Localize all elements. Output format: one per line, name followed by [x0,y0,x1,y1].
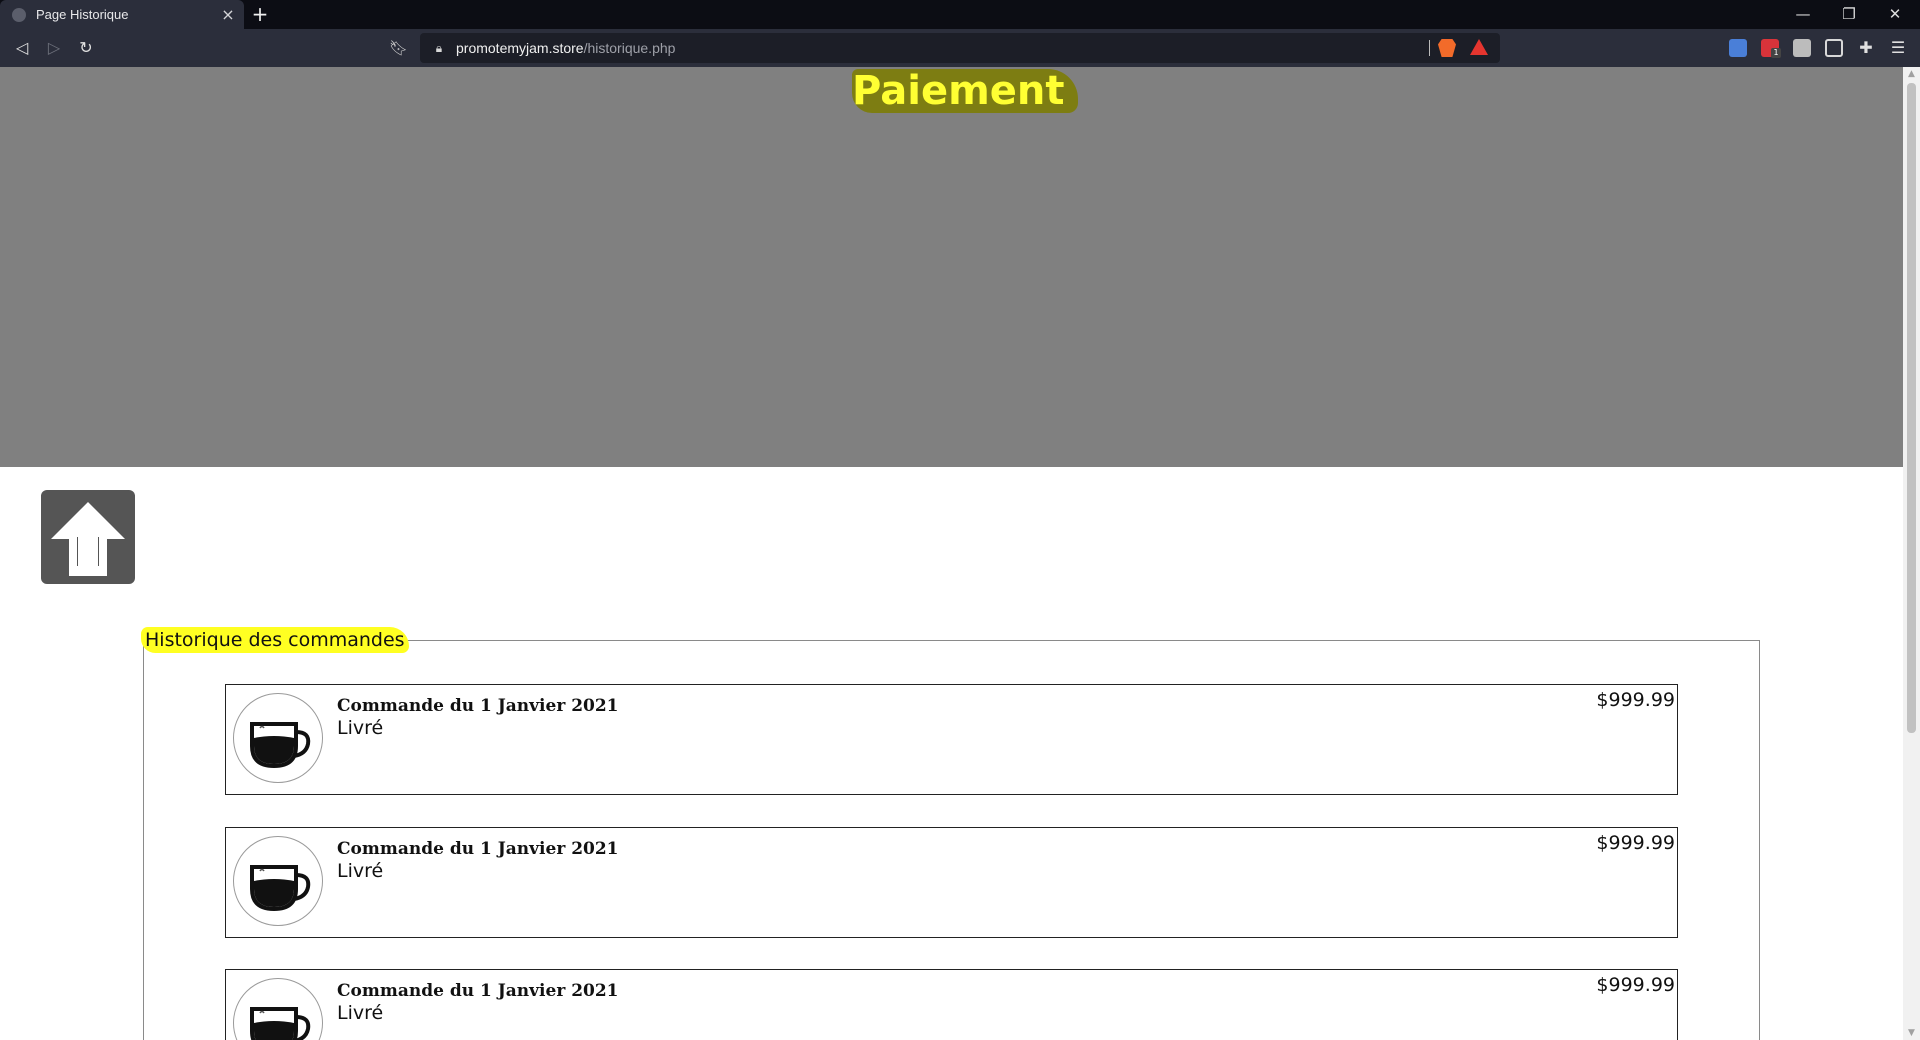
scroll-up-arrow-icon[interactable]: ▲ [1903,67,1920,81]
translate-extension-icon[interactable] [1729,39,1747,57]
close-window-icon[interactable]: ✕ [1872,0,1918,29]
url-domain: promotemyjam.store [456,40,584,56]
address-bar[interactable]: 🔒︎ promotemyjam.store/historique.php [420,33,1500,63]
lock-icon[interactable]: 🔒︎ [432,41,446,56]
reload-icon[interactable]: ↻ [74,36,98,60]
order-price: $999.99 [1596,689,1675,711]
forward-icon[interactable]: ▷ [42,36,66,60]
arrow-up-icon [51,502,125,576]
order-history-legend: Historique des commandes [141,627,409,653]
page-viewport: Paiement Historique des commandes Comman… [0,67,1920,1040]
bookmark-icon[interactable]: 🔖︎ [389,37,408,59]
minimize-icon[interactable]: — [1780,0,1826,29]
glasses-extension-icon[interactable] [1825,39,1843,57]
order-status: Livré [337,860,384,882]
grey-extension-icon[interactable] [1793,39,1811,57]
hero-banner: Paiement [0,67,1903,467]
red-extension-icon[interactable]: 1 [1761,39,1781,58]
order-card[interactable]: Commande du 1 Janvier 2021 Livré $999.99 [225,827,1678,938]
scrollbar-thumb[interactable] [1907,83,1916,733]
brave-shields-icon[interactable] [1438,39,1456,57]
coffee-cup-icon [233,836,323,926]
hero-title: Paiement [852,69,1079,113]
scroll-down-arrow-icon[interactable]: ▼ [1903,1026,1920,1040]
tab-page-historique[interactable]: Page Historique × [0,0,244,29]
order-status: Livré [337,717,384,739]
scroll-top-button[interactable] [41,490,135,584]
globe-icon [12,7,26,22]
browser-toolbar: ◁ ▷ ↻ 🔖︎ 🔒︎ promotemyjam.store/historiqu… [0,29,1920,67]
order-price: $999.99 [1596,832,1675,854]
menu-icon[interactable]: ☰ [1889,39,1907,57]
coffee-cup-icon [233,693,323,783]
tab-bar: Page Historique × + — ❐ ✕ [0,0,1920,29]
order-card[interactable]: Commande du 1 Janvier 2021 Livré $999.99 [225,969,1678,1040]
order-title: Commande du 1 Janvier 2021 [337,981,619,1001]
plus-icon[interactable]: + [250,4,270,24]
order-title: Commande du 1 Janvier 2021 [337,839,619,859]
order-status: Livré [337,1002,384,1024]
brave-rewards-icon[interactable] [1470,39,1488,55]
url-separator [1429,40,1430,56]
order-card[interactable]: Commande du 1 Janvier 2021 Livré $999.99 [225,684,1678,795]
restore-icon[interactable]: ❐ [1826,0,1872,29]
extension-badge: 1 [1771,48,1781,58]
close-icon[interactable]: × [220,6,236,23]
puzzle-icon[interactable]: ✚ [1857,39,1875,57]
order-price: $999.99 [1596,974,1675,996]
url-text[interactable]: promotemyjam.store/historique.php [456,40,675,56]
url-path: /historique.php [583,40,676,56]
coffee-cup-icon [233,978,323,1040]
order-title: Commande du 1 Janvier 2021 [337,696,619,716]
tab-title: Page Historique [36,7,129,22]
page-scrollbar[interactable]: ▲ ▼ [1903,67,1920,1040]
back-icon[interactable]: ◁ [10,36,34,60]
